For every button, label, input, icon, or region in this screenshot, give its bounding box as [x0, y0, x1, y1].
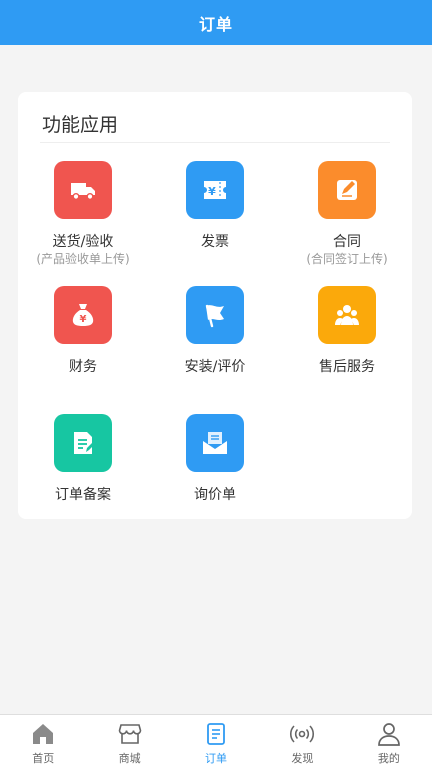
- feature-finance[interactable]: ¥ 财务: [23, 286, 143, 376]
- feature-contract[interactable]: 合同 (合同签订上传): [287, 161, 407, 267]
- section-title: 功能应用: [42, 114, 119, 136]
- tab-label: 商城: [118, 752, 141, 765]
- feature-label: 合同: [333, 234, 361, 250]
- feature-delivery[interactable]: 送货/验收 (产品验收单上传): [23, 161, 143, 267]
- feature-label: 安装/评价: [184, 359, 246, 375]
- tab-label: 发现: [291, 752, 314, 765]
- feature-label: 询价单: [194, 487, 236, 503]
- feature-inquiry[interactable]: 询价单: [155, 414, 275, 504]
- feature-card: 功能应用 送货/验收 (产品验收单上传) ¥ 发票 合同 (合同签订上传) ¥ …: [18, 92, 412, 519]
- feature-label: 发票: [201, 234, 229, 250]
- tab-label: 订单: [205, 752, 228, 765]
- tab-discover[interactable]: 发现: [259, 715, 345, 768]
- tab-label: 首页: [32, 752, 55, 765]
- feature-install-review[interactable]: 安装/评价: [155, 286, 275, 376]
- shop-icon: [118, 724, 141, 744]
- feature-label: 订单备案: [55, 487, 111, 503]
- feature-label: 财务: [69, 359, 97, 375]
- feature-order-filing[interactable]: 订单备案: [23, 414, 143, 504]
- app-header: 订单: [0, 0, 432, 45]
- svg-text:¥: ¥: [80, 314, 87, 325]
- people-icon: [318, 286, 376, 344]
- yen-ticket-icon: ¥: [186, 161, 244, 219]
- tab-mall[interactable]: 商城: [86, 715, 172, 768]
- document-edit-icon: [54, 414, 112, 472]
- broadcast-icon: [290, 725, 315, 743]
- order-icon: [207, 723, 225, 745]
- tab-home[interactable]: 首页: [0, 715, 86, 768]
- tab-label: 我的: [377, 752, 400, 765]
- contract-edit-icon: [318, 161, 376, 219]
- divider: [40, 142, 390, 143]
- bottom-tab-bar: 首页 商城 订单 发现 我的: [0, 714, 432, 768]
- feature-invoice[interactable]: ¥ 发票: [155, 161, 275, 251]
- feature-after-sales[interactable]: 售后服务: [287, 286, 407, 376]
- feature-label: 送货/验收: [52, 234, 114, 250]
- money-bag-icon: ¥: [54, 286, 112, 344]
- flag-icon: [186, 286, 244, 344]
- feature-sublabel: (合同签订上传): [306, 252, 388, 266]
- user-icon: [377, 723, 400, 746]
- svg-text:¥: ¥: [208, 185, 216, 198]
- feature-sublabel: (产品验收单上传): [36, 252, 130, 266]
- truck-icon: [54, 161, 112, 219]
- page-title: 订单: [198, 14, 233, 34]
- feature-label: 售后服务: [319, 359, 375, 375]
- home-icon: [33, 724, 54, 744]
- tab-order[interactable]: 订单: [173, 715, 259, 768]
- tab-mine[interactable]: 我的: [346, 715, 432, 768]
- envelope-icon: [186, 414, 244, 472]
